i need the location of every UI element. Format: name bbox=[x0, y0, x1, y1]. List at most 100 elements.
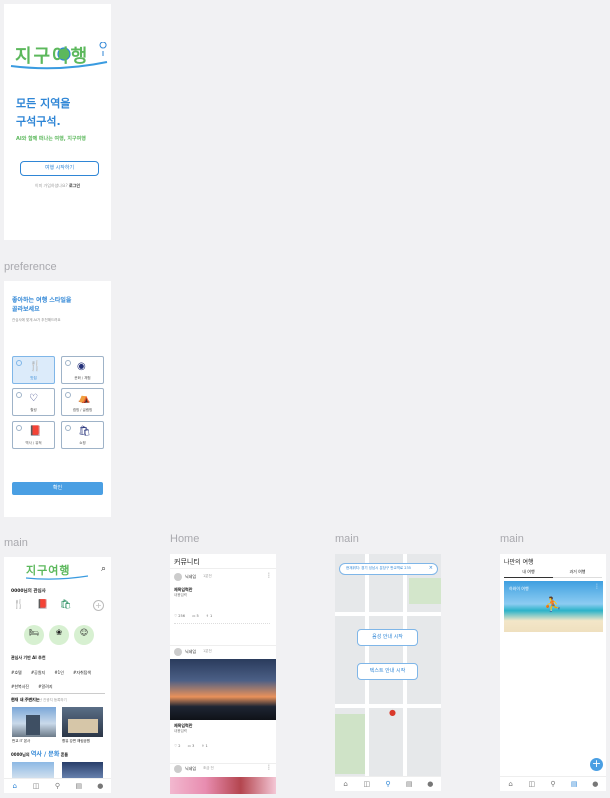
community-section-label: Home bbox=[170, 533, 200, 545]
bottom-nav: ⌂ ◫ ⚲ ▤ ● bbox=[500, 776, 606, 791]
nearby-card-2[interactable] bbox=[62, 707, 103, 737]
preference-option-camping[interactable]: ⛺ 캠핑 / 글램핑 bbox=[61, 388, 104, 416]
calendar-icon[interactable]: ▤ bbox=[75, 782, 83, 790]
more-icon[interactable]: ⋮ bbox=[594, 583, 600, 590]
preference-option-healing[interactable]: ♡ 힐링 bbox=[12, 388, 55, 416]
start-trip-button[interactable]: 여행 시작하기 bbox=[20, 161, 99, 176]
close-icon[interactable]: × bbox=[429, 565, 433, 571]
preference-screen: 좋아하는 여행 스타일을 골라보세요 관심사에 맞게 AI가 추천해드려요 🍴 … bbox=[4, 281, 111, 517]
preference-option-history[interactable]: 📕 역사 / 유적 bbox=[12, 421, 55, 449]
more-icon[interactable]: ⋮ bbox=[266, 572, 272, 579]
divider bbox=[170, 568, 276, 569]
fork-knife-icon[interactable]: 🍴 bbox=[13, 600, 24, 610]
preference-option-culture[interactable]: ◉ 문화 / 체험 bbox=[61, 356, 104, 384]
category-row: 🛏 ❀ ☺ bbox=[24, 625, 94, 647]
map-search-bar[interactable]: 현재위치: 경기 성남시 분당구 판교역로 235 × bbox=[339, 563, 438, 575]
hashtag[interactable]: #1인 bbox=[54, 668, 64, 678]
hashtag[interactable]: #호텔 bbox=[11, 668, 22, 678]
community-screen: 커뮤니티 닉네임 1분전 ⋮ 제목입력란 내용입력 ♡ 256 ▭ 5 ⇪ 1 … bbox=[170, 554, 276, 794]
share-icon[interactable]: ⇪ bbox=[201, 744, 204, 748]
camera-icon[interactable]: ◫ bbox=[363, 780, 371, 788]
tab-past-trip[interactable]: 과거 여행 bbox=[553, 569, 602, 578]
add-trip-button[interactable]: + bbox=[590, 758, 603, 771]
search-icon[interactable]: ⌕ bbox=[101, 564, 106, 574]
logo-text: 지구여행 bbox=[15, 46, 90, 67]
post-3[interactable]: 닉네임 조금 전 ⋮ bbox=[170, 764, 276, 794]
check-icon bbox=[16, 360, 22, 366]
like-count: 256 bbox=[178, 614, 185, 618]
like-icon[interactable]: ♡ bbox=[174, 614, 177, 618]
post-time: 1분전 bbox=[203, 649, 212, 653]
profile-icon[interactable]: ● bbox=[591, 780, 599, 788]
comment-icon[interactable]: ▭ bbox=[192, 614, 195, 618]
hashtag[interactable]: #자취탐색 bbox=[73, 668, 91, 678]
attraction-category[interactable]: ☺ bbox=[74, 625, 94, 645]
nearby-card-1[interactable] bbox=[12, 707, 56, 737]
fork-knife-icon: 🍴 bbox=[29, 361, 42, 372]
book-icon[interactable]: 📕 bbox=[37, 600, 48, 610]
tab-my-trip[interactable]: 내 여행 bbox=[504, 569, 553, 578]
voice-guide-button[interactable]: 음성 안내 시작 bbox=[357, 629, 418, 646]
bag-icon[interactable]: 🛍 bbox=[60, 600, 71, 610]
like-icon[interactable]: ♡ bbox=[174, 744, 177, 748]
post-body: 내용입력 bbox=[174, 593, 187, 597]
post-user: 닉네임 bbox=[185, 649, 197, 654]
comment-icon[interactable]: ▭ bbox=[188, 744, 191, 748]
home-icon[interactable]: ⌂ bbox=[11, 782, 19, 790]
avatar bbox=[174, 765, 182, 773]
add-interest-icon[interactable]: + bbox=[93, 600, 104, 611]
camera-icon[interactable]: ◫ bbox=[528, 780, 536, 788]
map-pin-icon[interactable]: ⚲ bbox=[384, 780, 392, 788]
trip-card[interactable]: 하와이 여행 ⋮ ⛹ bbox=[504, 581, 603, 632]
camera-icon[interactable]: ◫ bbox=[32, 782, 40, 790]
post-2[interactable]: 닉네임 1분전 제목입력란 내용입력 ♡ 2 ▭ 3 ⇪ 1 bbox=[170, 647, 276, 759]
post-image-sunset[interactable] bbox=[170, 659, 276, 720]
home-icon[interactable]: ⌂ bbox=[507, 780, 515, 788]
text-guide-button[interactable]: 텍스트 안내 시작 bbox=[357, 663, 418, 680]
check-icon bbox=[65, 360, 71, 366]
hashtag[interactable]: #공원지 bbox=[31, 668, 45, 678]
login-link[interactable]: 로그인 bbox=[69, 183, 80, 188]
more-icon[interactable]: ⋮ bbox=[266, 764, 272, 771]
tent-icon: ⛺ bbox=[78, 393, 91, 404]
story-prefix: 0000님의 bbox=[11, 752, 31, 757]
check-icon bbox=[16, 425, 22, 431]
headline-line1: 모든 지역을 bbox=[16, 97, 71, 110]
map-pin-icon[interactable]: ● bbox=[389, 708, 396, 717]
option-label: 캠핑 / 글램핑 bbox=[72, 408, 93, 412]
building-shape bbox=[26, 715, 40, 735]
post-user: 닉네임 bbox=[185, 574, 197, 579]
home-logo: 지구여행 bbox=[26, 562, 88, 580]
post-body: 내용입력 bbox=[174, 729, 187, 733]
preference-option-food[interactable]: 🍴 맛집 bbox=[12, 356, 55, 384]
avatar bbox=[174, 648, 182, 656]
bag-icon: 🛍 bbox=[78, 426, 91, 437]
map-pin-icon[interactable]: ⚲ bbox=[549, 780, 557, 788]
calendar-icon[interactable]: ▤ bbox=[405, 780, 413, 788]
mytrip-section-label: main bbox=[500, 533, 524, 545]
preference-section-label: preference bbox=[4, 261, 57, 273]
profile-icon[interactable]: ● bbox=[96, 782, 104, 790]
mytrip-title: 나만의 여행 bbox=[504, 559, 534, 566]
home-icon[interactable]: ⌂ bbox=[342, 780, 350, 788]
lodging-category[interactable]: 🛏 bbox=[24, 625, 44, 645]
login-prompt: 이미 가입하셨나요? bbox=[34, 183, 68, 188]
post-image-blossom[interactable] bbox=[170, 777, 276, 794]
post-user: 닉네임 bbox=[185, 766, 197, 771]
option-label: 문화 / 체험 bbox=[74, 376, 91, 380]
calendar-icon[interactable]: ▤ bbox=[570, 780, 578, 788]
profile-icon[interactable]: ● bbox=[426, 780, 434, 788]
post-time: 1분전 bbox=[203, 574, 212, 578]
home-search-bar[interactable]: ◎ 최근 방문 부산 관광지 등록하기 bbox=[11, 686, 105, 703]
confirm-button[interactable]: 확인 bbox=[12, 482, 103, 495]
park-area bbox=[409, 578, 441, 604]
festival-category[interactable]: ❀ bbox=[49, 625, 69, 645]
map-pin-icon[interactable]: ⚲ bbox=[53, 782, 61, 790]
option-label: 역사 / 유적 bbox=[25, 441, 42, 445]
share-icon[interactable]: ⇪ bbox=[206, 614, 209, 618]
map-section-label: main bbox=[335, 533, 359, 545]
preference-option-shopping[interactable]: 🛍 쇼핑 bbox=[61, 421, 104, 449]
post-1[interactable]: 닉네임 1분전 ⋮ 제목입력란 내용입력 ♡ 256 ▭ 5 ⇪ 1 bbox=[170, 571, 276, 643]
building-shape bbox=[68, 719, 98, 733]
login-row: 이미 가입하셨나요? 로그인 bbox=[4, 183, 111, 189]
